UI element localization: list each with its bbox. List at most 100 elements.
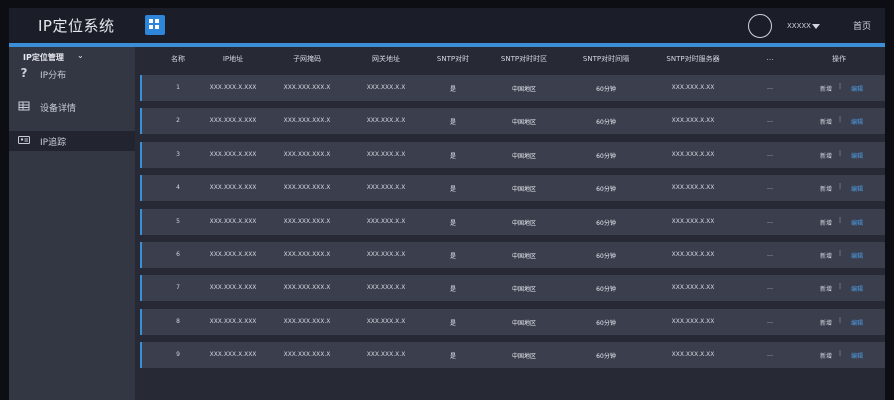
cell-gateway: XXX.XXX.X.X	[366, 217, 406, 225]
th-name: 名称	[171, 55, 185, 63]
cell-more[interactable]: …	[767, 151, 773, 158]
th-sntp-interval: SNTP对时间隔	[582, 55, 630, 63]
cell-name: 2	[176, 117, 180, 125]
edit-button[interactable]: 编辑	[851, 184, 863, 193]
sidebar-item-label: 设备详情	[40, 104, 77, 114]
table-row[interactable]: 1 XXX.XXX.X.XXX XXX.XXX.XXX.X XXX.XXX.X.X 是 中…	[140, 75, 885, 101]
cell-sntp-interval: 60分钟	[596, 319, 616, 327]
edit-button[interactable]: 编辑	[851, 251, 863, 260]
cell-sntp: 是	[449, 119, 457, 127]
cell-more[interactable]: …	[767, 318, 773, 325]
add-button[interactable]: 新增	[820, 151, 832, 160]
th-ip: IP地址	[222, 55, 244, 63]
cell-name: 3	[176, 150, 180, 158]
row-accent-bar	[140, 75, 142, 101]
cell-sntp-interval: 60分钟	[596, 253, 616, 260]
add-button[interactable]: 新增	[820, 184, 832, 193]
add-button[interactable]: 新增	[820, 251, 832, 260]
cell-name: 5	[176, 217, 180, 225]
row-accent-bar	[140, 175, 142, 202]
cell-sntp: 是	[449, 219, 457, 227]
cell-sntp-server: XXX.XXX.X.XX	[671, 351, 715, 359]
sidebar-item-ip-tracking[interactable]: IP追踪	[9, 131, 135, 151]
cell-name: 9	[176, 351, 180, 359]
table-row[interactable]: 2 XXX.XXX.X.XXX XXX.XXX.XXX.X XXX.XXX.X.X 是 中…	[140, 108, 885, 135]
cell-sntp-interval: 60分钟	[596, 353, 616, 361]
chevron-down-icon[interactable]: ⌄	[77, 51, 84, 60]
caret-down-icon[interactable]	[812, 24, 820, 29]
cell-ip: XXX.XXX.X.XXX	[209, 251, 257, 258]
th-sntp: SNTP对时	[436, 55, 470, 63]
table-row[interactable]: 9 XXX.XXX.X.XXX XXX.XXX.XXX.X XXX.XXX.X.X 是 中…	[140, 342, 885, 369]
sidebar-section-title[interactable]: IP定位管理	[23, 52, 64, 63]
action-separator: |	[839, 216, 842, 224]
th-gateway: 网关地址	[372, 55, 400, 63]
cell-more[interactable]: …	[767, 351, 773, 358]
table-row[interactable]: 7 XXX.XXX.X.XXX XXX.XXX.XXX.X XXX.XXX.X.X 是 中…	[140, 275, 885, 302]
cell-more[interactable]: …	[767, 117, 773, 124]
home-link[interactable]: 首页	[853, 19, 871, 32]
cell-sntp: 是	[449, 319, 457, 327]
row-accent-bar	[140, 242, 142, 268]
cell-more[interactable]: …	[767, 184, 773, 191]
table-row[interactable]: 4 XXX.XXX.X.XXX XXX.XXX.XXX.X XXX.XXX.X.X 是 中…	[140, 175, 885, 202]
cell-ip: XXX.XXX.X.XXX	[209, 284, 257, 292]
row-accent-bar	[140, 308, 142, 335]
cell-sntp-interval: 60分钟	[596, 119, 616, 127]
action-separator: |	[839, 149, 842, 157]
cell-sntp-zone: 中国地区	[511, 319, 537, 327]
edit-button[interactable]: 编辑	[851, 351, 863, 360]
cell-sntp-zone: 中国地区	[511, 119, 537, 127]
action-separator: |	[839, 83, 842, 90]
cell-subnet: XXX.XXX.XXX.X	[283, 184, 331, 192]
table-row[interactable]: 3 XXX.XXX.X.XXX XXX.XXX.XXX.X XXX.XXX.X.X 是 中…	[140, 141, 885, 168]
action-separator: |	[839, 250, 842, 257]
sidebar-item-label: IP追踪	[40, 138, 67, 148]
row-accent-bar	[140, 275, 142, 302]
question-icon: ?	[20, 66, 28, 80]
cell-more[interactable]: …	[767, 284, 773, 291]
grid-icon[interactable]	[145, 15, 165, 35]
app-title: IP定位系统	[38, 17, 115, 35]
action-separator: |	[839, 183, 842, 191]
sidebar-item-device-details[interactable]: 设备详情	[9, 97, 135, 117]
edit-button[interactable]: 编辑	[851, 218, 863, 227]
edit-button[interactable]: 编辑	[851, 318, 863, 327]
add-button[interactable]: 新增	[820, 318, 832, 327]
edit-button[interactable]: 编辑	[851, 117, 863, 126]
cell-sntp-zone: 中国地区	[511, 152, 537, 160]
cell-more[interactable]: …	[767, 84, 773, 91]
cell-sntp-server: XXX.XXX.X.XX	[671, 317, 715, 325]
cell-more[interactable]: …	[767, 251, 773, 258]
action-separator: |	[839, 350, 842, 358]
edit-button[interactable]: 编辑	[851, 84, 863, 93]
edit-button[interactable]: 编辑	[851, 151, 863, 160]
add-button[interactable]: 新增	[820, 117, 832, 126]
cell-sntp-zone: 中国地区	[511, 286, 537, 294]
action-separator: |	[839, 116, 842, 124]
cell-sntp: 是	[449, 152, 457, 160]
table-row[interactable]: 6 XXX.XXX.X.XXX XXX.XXX.XXX.X XXX.XXX.X.X 是 中…	[140, 242, 885, 268]
add-button[interactable]: 新增	[820, 218, 832, 227]
cell-name: 8	[176, 317, 180, 325]
cell-name: 1	[176, 84, 180, 91]
th-more: …	[766, 54, 774, 62]
add-button[interactable]: 新增	[820, 351, 832, 360]
cell-name: 7	[176, 284, 180, 292]
cell-ip: XXX.XXX.X.XXX	[209, 217, 257, 225]
avatar-icon[interactable]	[748, 14, 772, 38]
cell-ip: XXX.XXX.X.XXX	[209, 117, 257, 125]
username[interactable]: XXXXX	[787, 22, 811, 30]
table-row[interactable]: 5 XXX.XXX.X.XXX XXX.XXX.XXX.X XXX.XXX.X.X 是 中…	[140, 208, 885, 235]
cell-sntp-interval: 60分钟	[596, 152, 616, 160]
sidebar-item-ip-distribution[interactable]: ? IP分布	[9, 64, 135, 84]
cell-sntp: 是	[449, 186, 457, 194]
add-button[interactable]: 新增	[820, 284, 832, 293]
cell-sntp-interval: 60分钟	[596, 219, 616, 227]
table-row[interactable]: 8 XXX.XXX.X.XXX XXX.XXX.XXX.X XXX.XXX.X.X 是 中…	[140, 308, 885, 335]
cell-subnet: XXX.XXX.XXX.X	[283, 84, 331, 91]
cell-subnet: XXX.XXX.XXX.X	[283, 317, 331, 325]
add-button[interactable]: 新增	[820, 84, 832, 93]
cell-more[interactable]: …	[767, 218, 773, 225]
edit-button[interactable]: 编辑	[851, 284, 863, 293]
